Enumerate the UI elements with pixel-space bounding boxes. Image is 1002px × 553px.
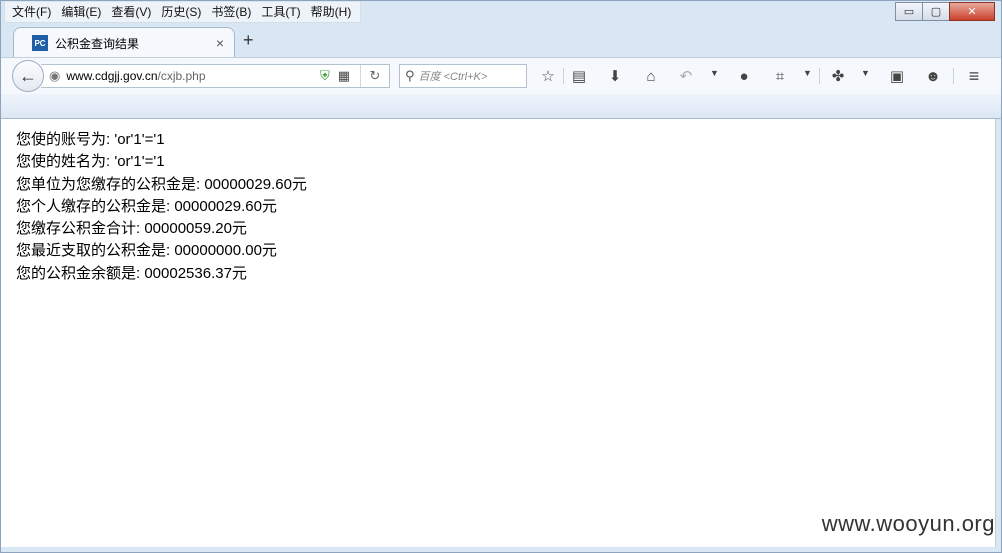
maximize-button[interactable]: ▢ (922, 2, 950, 21)
tools-dropdown-icon[interactable]: ▼ (861, 68, 870, 78)
robot-icon[interactable]: ▣ (887, 66, 907, 86)
site-favicon-icon: PC (32, 35, 48, 51)
undo-icon[interactable]: ↶ (676, 66, 696, 86)
url-text[interactable]: www.cdgjj.gov.cn/cxjb.php (66, 69, 320, 83)
menu-file[interactable]: 文件(F) (7, 2, 56, 22)
toolbar-divider (819, 68, 820, 84)
menu-help[interactable]: 帮助(H) (306, 2, 357, 22)
bookmarks-bar (1, 94, 1001, 119)
new-tab-button[interactable]: + (243, 30, 254, 51)
url-path: /cxjb.php (157, 69, 206, 83)
shield-icon[interactable]: ⛨ (320, 68, 330, 84)
window-controls: ▭ ▢ ✕ (895, 2, 995, 21)
result-list: 您使的账号为: 'or'1'='1 您使的姓名为: 'or'1'='1 您单位为… (16, 129, 307, 285)
total-contribution-line: 您缴存公积金合计: 00000059.20元 (16, 220, 247, 238)
browser-window: 文件(F) 编辑(E) 查看(V) 历史(S) 书签(B) 工具(T) 帮助(H… (0, 0, 1002, 553)
page-content: 您使的账号为: 'or'1'='1 您使的姓名为: 'or'1'='1 您单位为… (1, 119, 996, 547)
tab-active[interactable]: PC 公积金查询结果 × (13, 27, 235, 58)
menu-view[interactable]: 查看(V) (106, 2, 156, 22)
chat-icon[interactable]: ● (734, 66, 754, 86)
recent-withdrawal-line: 您最近支取的公积金是: 00000000.00元 (16, 242, 277, 260)
back-icon: ← (19, 65, 37, 86)
tab-title: 公积金查询结果 (55, 36, 140, 51)
tools-icon[interactable]: ✤ (828, 66, 848, 86)
reload-icon[interactable]: ↻ (360, 65, 389, 87)
smiley-icon[interactable]: ☻ (923, 66, 943, 86)
url-bar[interactable]: ◉ www.cdgjj.gov.cn/cxjb.php ⛨ ▦ ↻ (41, 64, 390, 88)
employer-contribution-line: 您单位为您缴存的公积金是: 00000029.60元 (16, 175, 307, 193)
search-placeholder: 百度 <Ctrl+K> (418, 71, 488, 83)
qr-code-icon[interactable]: ▦ (338, 68, 350, 84)
menu-tools[interactable]: 工具(T) (256, 2, 305, 22)
name-line: 您使的姓名为: 'or'1'='1 (16, 153, 165, 171)
toolbar-divider (953, 68, 954, 84)
tab-close-icon[interactable]: × (216, 35, 224, 51)
crop-dropdown-icon[interactable]: ▼ (803, 68, 812, 78)
bookmark-star-icon[interactable]: ☆ (538, 66, 558, 86)
menu-bar: 文件(F) 编辑(E) 查看(V) 历史(S) 书签(B) 工具(T) 帮助(H… (4, 2, 362, 23)
balance-line: 您的公积金余额是: 00002536.37元 (16, 264, 247, 282)
menu-bookmarks[interactable]: 书签(B) (206, 2, 256, 22)
back-button[interactable]: ← (12, 60, 44, 92)
globe-icon: ◉ (49, 68, 61, 83)
menu-icon[interactable]: ≡ (964, 66, 984, 86)
close-window-button[interactable]: ✕ (949, 2, 995, 21)
tab-strip: PC 公积金查询结果 × + (1, 25, 1001, 58)
toolbar-divider (563, 68, 564, 84)
watermark: www.wooyun.org (821, 511, 995, 536)
menu-history[interactable]: 历史(S) (156, 2, 206, 22)
home-icon[interactable]: ⌂ (641, 66, 661, 86)
screenshot-crop-icon[interactable]: ⌗ (770, 66, 790, 86)
search-icon: ⚲ (405, 68, 415, 83)
nav-toolbar: ◉ www.cdgjj.gov.cn/cxjb.php ⛨ ▦ ↻ ← ⚲ 百度… (1, 57, 1001, 94)
account-number-line: 您使的账号为: 'or'1'='1 (16, 131, 165, 148)
download-icon[interactable]: ⬇ (605, 66, 625, 86)
url-host: www.cdgjj.gov.cn (66, 69, 158, 83)
personal-contribution-line: 您个人缴存的公积金是: 00000029.60元 (16, 197, 277, 215)
reading-list-icon[interactable]: ▤ (569, 66, 589, 86)
undo-dropdown-icon[interactable]: ▼ (710, 68, 719, 78)
menu-edit[interactable]: 编辑(E) (56, 2, 106, 22)
search-bar[interactable]: ⚲ 百度 <Ctrl+K> (399, 64, 527, 88)
minimize-button[interactable]: ▭ (895, 2, 923, 21)
